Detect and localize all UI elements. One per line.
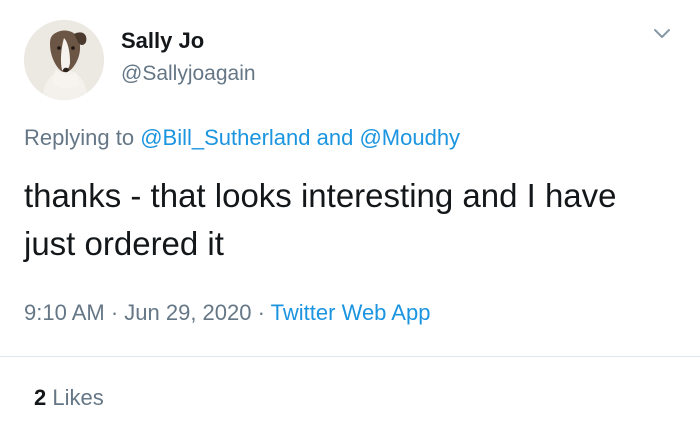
display-name[interactable]: Sally Jo [121, 28, 204, 54]
dog-avatar-icon [24, 20, 104, 100]
mention-link[interactable]: @Bill_Sutherland [140, 125, 310, 150]
divider [0, 356, 700, 357]
likes-count: 2 [34, 385, 47, 410]
mention-link[interactable]: @Moudhy [359, 125, 460, 150]
tweet-card: Sally Jo @Sallyjoagain Replying to @Bill… [0, 0, 700, 428]
likes-stat[interactable]: 2 Likes [34, 385, 104, 411]
meta-separator: · [251, 300, 271, 325]
tweet-date[interactable]: Jun 29, 2020 [124, 300, 251, 325]
replying-to: Replying to @Bill_Sutherland and @Moudhy [24, 125, 460, 151]
chevron-down-icon[interactable] [652, 26, 672, 42]
tweet-time[interactable]: 9:10 AM [24, 300, 105, 325]
tweet-meta: 9:10 AM · Jun 29, 2020 · Twitter Web App [24, 300, 430, 326]
likes-label: Likes [46, 385, 104, 410]
user-handle[interactable]: @Sallyjoagain [121, 62, 256, 86]
meta-separator: · [104, 300, 125, 325]
tweet-source-link[interactable]: Twitter Web App [271, 300, 431, 325]
avatar[interactable] [24, 20, 104, 100]
replying-conjunction: and [310, 125, 360, 150]
replying-prefix: Replying to [24, 125, 141, 150]
tweet-text: thanks - that looks interesting and I ha… [24, 177, 617, 262]
